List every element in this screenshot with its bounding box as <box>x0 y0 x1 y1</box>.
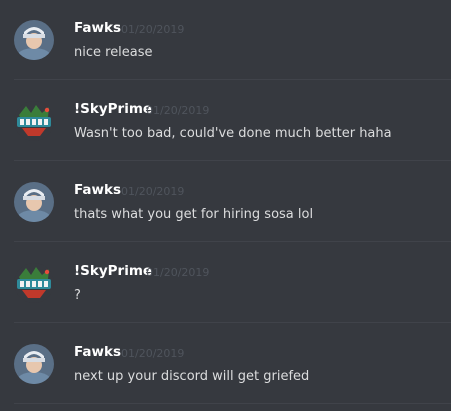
message-text: ? <box>74 288 81 303</box>
fawks-avatar-icon[interactable] <box>14 20 54 60</box>
message-item: Fawks 01/20/2019 thats what you get for … <box>0 162 451 242</box>
message-text: nice release <box>74 45 153 60</box>
skyprime-avatar-icon[interactable] <box>14 263 54 303</box>
message-item: !SkyPrime 01/20/2019 Wasn't too bad, cou… <box>0 81 451 161</box>
message-divider <box>14 403 451 404</box>
message-timestamp: 01/20/2019 <box>121 347 185 360</box>
message-item: Fawks 01/20/2019 nice release <box>0 0 451 80</box>
message-divider <box>14 241 451 242</box>
message-divider <box>14 322 451 323</box>
fawks-avatar-icon[interactable] <box>14 182 54 222</box>
message-item: !SkyPrime 01/20/2019 ? <box>0 243 451 323</box>
message-author[interactable]: Fawks <box>74 182 121 198</box>
message-item: Fawks 01/20/2019 next up your discord wi… <box>0 324 451 404</box>
message-author[interactable]: Fawks <box>74 20 121 36</box>
message-text: thats what you get for hiring sosa lol <box>74 207 314 222</box>
message-divider <box>14 79 451 80</box>
message-author[interactable]: !SkyPrime <box>74 101 152 117</box>
message-author[interactable]: Fawks <box>74 344 121 360</box>
chat-message-list: Fawks 01/20/2019 nice release !SkyPrime … <box>0 0 451 411</box>
message-text: Wasn't too bad, could've done much bette… <box>74 126 392 141</box>
message-timestamp: 01/20/2019 <box>146 266 210 279</box>
message-timestamp: 01/20/2019 <box>146 104 210 117</box>
skyprime-avatar-icon[interactable] <box>14 101 54 141</box>
message-timestamp: 01/20/2019 <box>121 23 185 36</box>
message-timestamp: 01/20/2019 <box>121 185 185 198</box>
message-text: next up your discord will get griefed <box>74 369 310 384</box>
fawks-avatar-icon[interactable] <box>14 344 54 384</box>
message-author[interactable]: !SkyPrime <box>74 263 152 279</box>
message-divider <box>14 160 451 161</box>
